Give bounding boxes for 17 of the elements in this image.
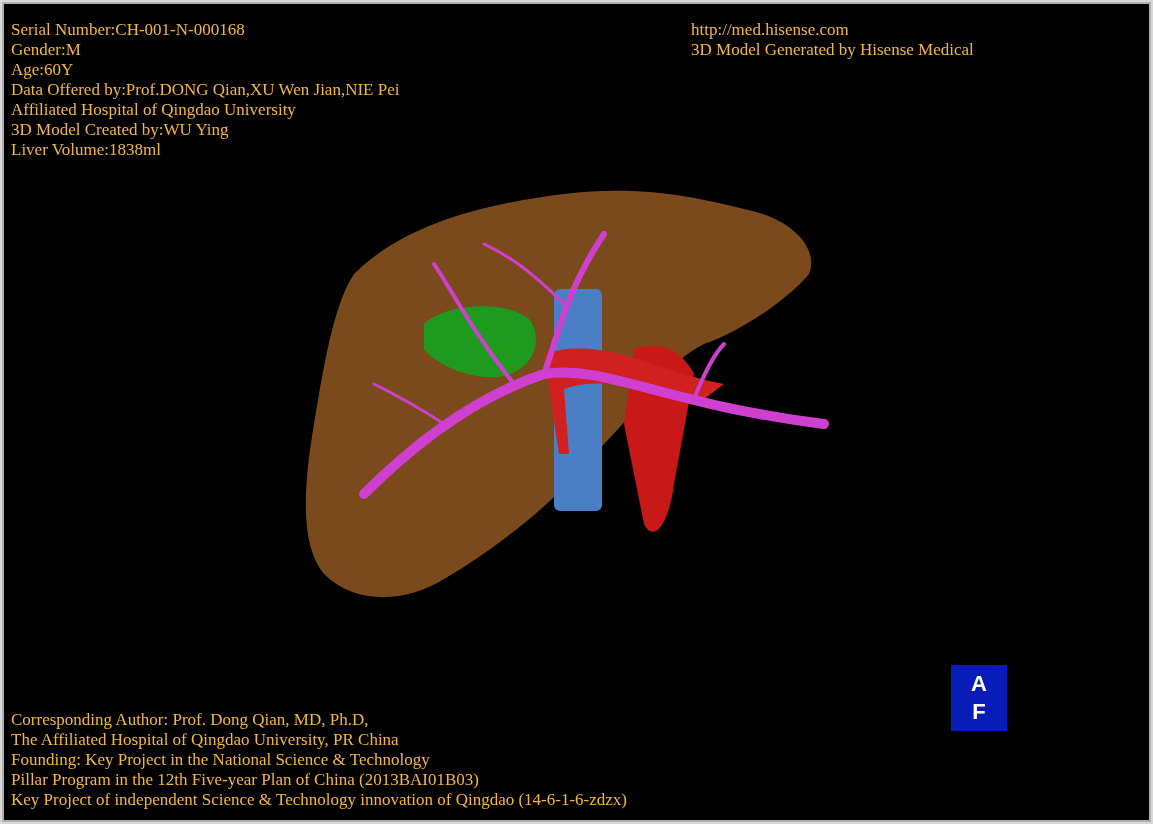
info-line: Affiliated Hospital of Qingdao University [11,100,296,120]
info-line: Age:60Y [11,60,74,80]
info-line: Serial Number:CH-001-N-000168 [11,20,245,40]
credit-line: Corresponding Author: Prof. Dong Qian, MD, Ph.D, [11,710,369,730]
credit-line: The Affiliated Hospital of Qingdao University, PR China [11,730,399,750]
cube-face-label: A [971,670,987,698]
cube-face-label: F [972,698,986,726]
source-line: 3D Model Generated by Hisense Medical [691,40,974,60]
credit-line: Pillar Program in the 12th Five-year Plan of China (2013BAI01B03) [11,770,479,790]
source-line: http://med.hisense.com [691,20,849,40]
info-line: Data Offered by:Prof.DONG Qian,XU Wen Jian,NIE Pei [11,80,400,100]
orientation-cube[interactable]: A F [951,665,1007,731]
credit-line: Key Project of independent Science & Technology innovation of Qingdao (14-6-1-6-zdzx) [11,790,627,810]
credit-line: Founding: Key Project in the National Science & Technology [11,750,430,770]
info-line: Gender:M [11,40,81,60]
info-line: Liver Volume:1838ml [11,140,161,160]
info-line: 3D Model Created by:WU Ying [11,120,229,140]
